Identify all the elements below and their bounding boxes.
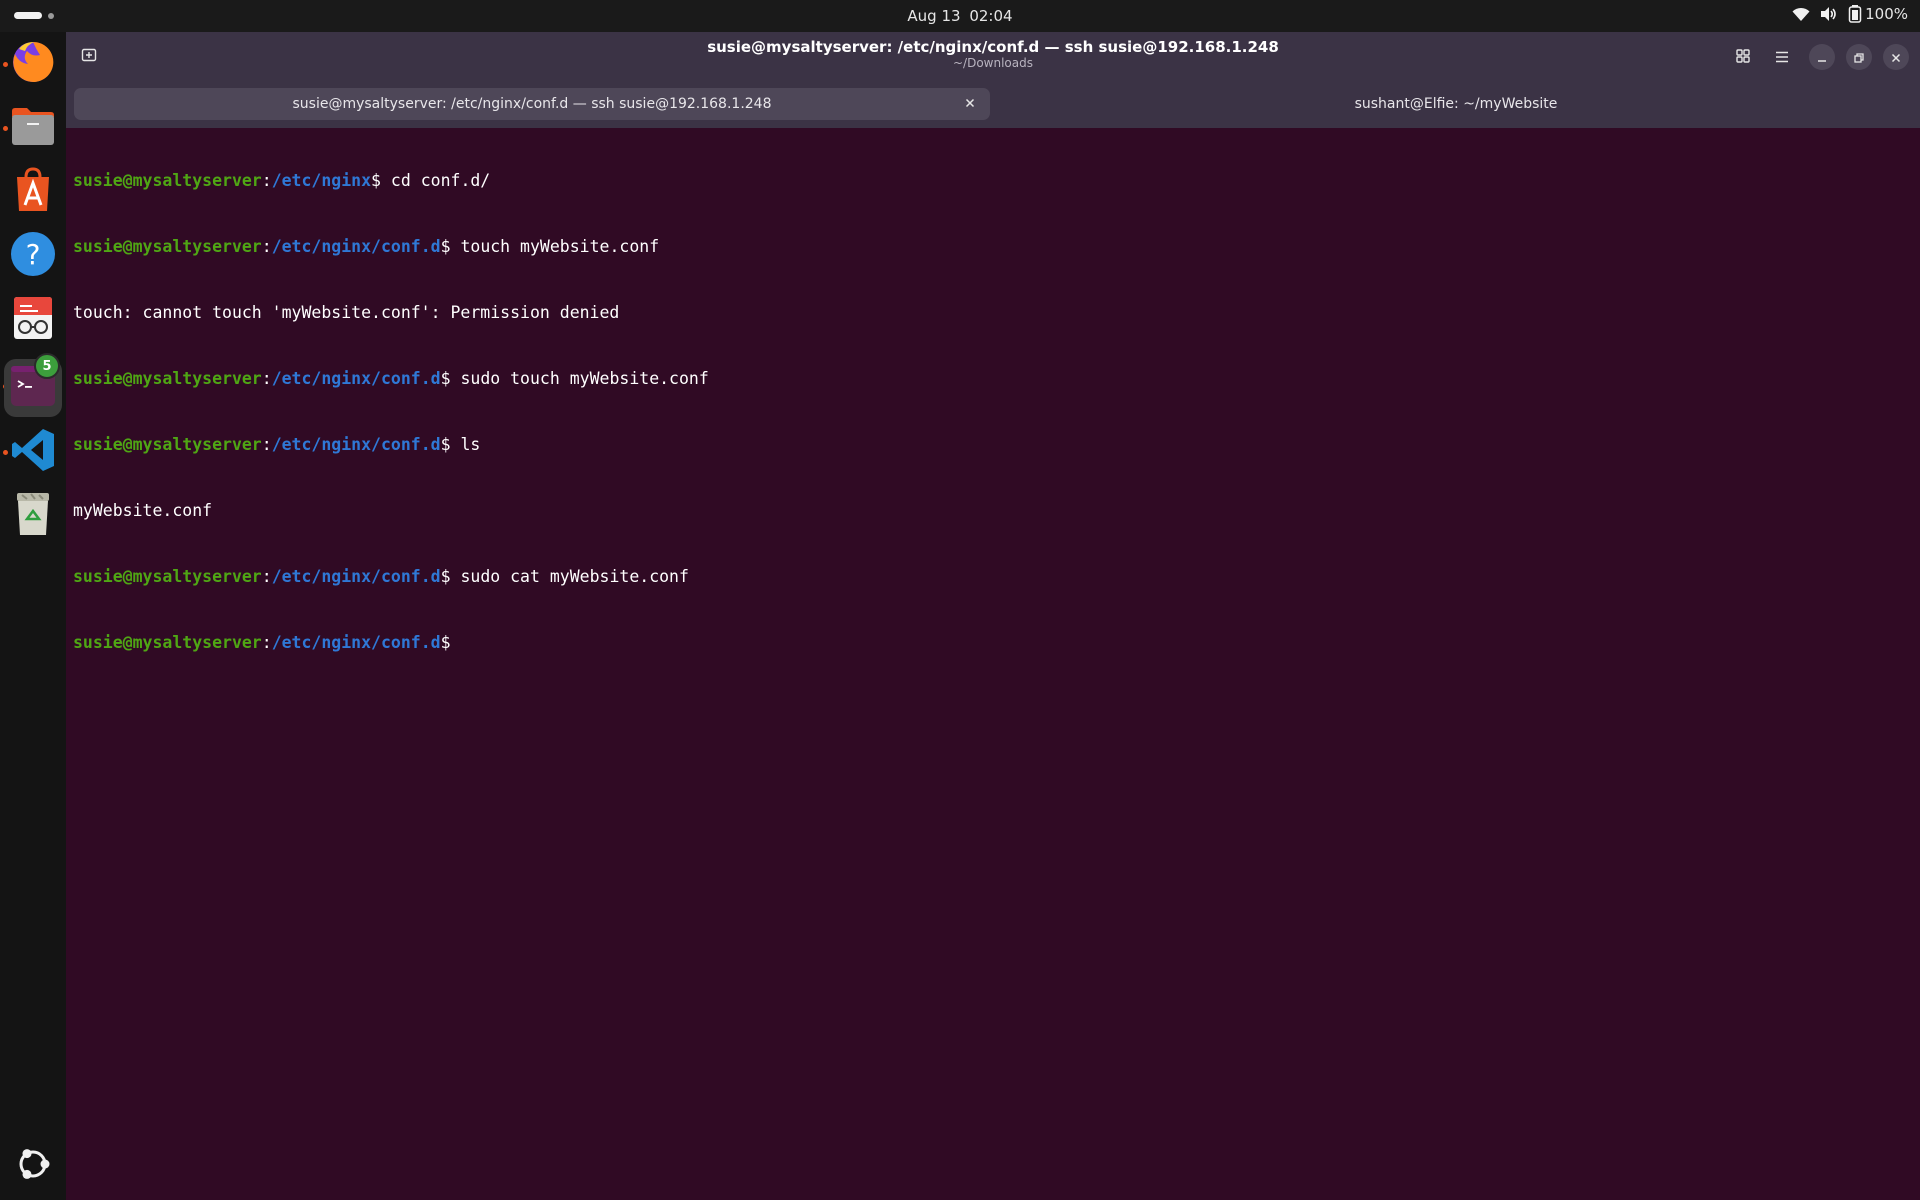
prompt-dollar: $: [440, 237, 451, 256]
prompt-separator: :: [261, 369, 272, 388]
notification-badge: 5: [34, 353, 60, 379]
command-text: ls: [450, 435, 481, 454]
close-icon: [965, 96, 975, 112]
tab-overview-button[interactable]: [1730, 44, 1756, 70]
prompt-path: /etc/nginx/conf.d: [271, 633, 441, 652]
battery-percentage: 100%: [1865, 5, 1908, 23]
command-text: sudo cat myWebsite.conf: [450, 567, 689, 586]
command-text: cd conf.d/: [380, 171, 491, 190]
help-icon: ?: [10, 231, 56, 281]
volume-icon: [1820, 6, 1838, 22]
terminal-line: susie@mysaltyserver:/etc/nginx/conf.d$ l…: [73, 434, 1913, 456]
terminal-output[interactable]: susie@mysaltyserver:/etc/nginx$ cd conf.…: [73, 126, 1913, 698]
close-icon: [1891, 48, 1901, 67]
prompt-path: /etc/nginx/conf.d: [271, 435, 441, 454]
terminal-line: touch: cannot touch 'myWebsite.conf': Pe…: [73, 302, 1913, 324]
prompt-dollar: $: [371, 171, 381, 190]
dock-item-trash[interactable]: [9, 492, 57, 540]
tab-label: susie@mysaltyserver: /etc/nginx/conf.d —…: [292, 96, 772, 112]
top-bar: Aug 13 02:04 100%: [0, 0, 1920, 32]
ubuntu-logo-icon: [13, 1144, 53, 1188]
dock-item-firefox[interactable]: [9, 40, 57, 88]
prompt-path: /etc/nginx/conf.d: [271, 567, 441, 586]
show-apps-button[interactable]: [9, 1142, 57, 1190]
output-text: myWebsite.conf: [73, 501, 213, 520]
tab-close-button[interactable]: [960, 94, 980, 114]
dock-item-files[interactable]: [9, 104, 57, 152]
firefox-icon: [10, 39, 56, 89]
running-indicator: [3, 450, 8, 455]
terminal-line: susie@mysaltyserver:/etc/nginx/conf.d$: [73, 632, 1913, 654]
dock-item-app-center[interactable]: [9, 167, 57, 217]
prompt-separator: :: [261, 171, 272, 190]
prompt-separator: :: [261, 567, 272, 586]
hamburger-menu-icon: [1775, 48, 1789, 67]
menu-button[interactable]: [1769, 44, 1795, 70]
command-text: sudo touch myWebsite.conf: [450, 369, 709, 388]
system-tray[interactable]: 100%: [1792, 5, 1908, 23]
svg-text:?: ?: [26, 238, 41, 271]
prompt-user: susie@mysaltyserver: [73, 633, 262, 652]
prompt-user: susie@mysaltyserver: [73, 435, 262, 454]
document-viewer-icon: [12, 295, 54, 345]
app-center-icon: [13, 167, 53, 217]
trash-icon: [13, 491, 53, 541]
prompt-dollar: $: [440, 567, 451, 586]
dock: ? 5: [0, 32, 66, 1200]
prompt-separator: :: [261, 237, 272, 256]
dock-item-document-viewer[interactable]: [9, 296, 57, 344]
window-title: susie@mysaltyserver: /etc/nginx/conf.d —…: [707, 38, 1279, 56]
terminal-line: myWebsite.conf: [73, 500, 1913, 522]
dock-item-vscode[interactable]: [9, 428, 57, 476]
tab-label: sushant@Elfie: ~/myWebsite: [1354, 96, 1558, 112]
prompt-path: /etc/nginx/conf.d: [271, 237, 441, 256]
running-indicator: [3, 62, 8, 67]
minimize-button[interactable]: [1809, 44, 1835, 70]
tab-bar: susie@mysaltyserver: /etc/nginx/conf.d —…: [66, 82, 1920, 128]
vscode-icon: [10, 427, 56, 477]
terminal-window: susie@mysaltyserver: /etc/nginx/conf.d —…: [66, 32, 1920, 1200]
window-subtitle: ~/Downloads: [953, 56, 1033, 70]
terminal-line: susie@mysaltyserver:/etc/nginx/conf.d$ s…: [73, 566, 1913, 588]
terminal-line: susie@mysaltyserver:/etc/nginx/conf.d$ s…: [73, 368, 1913, 390]
header-bar: susie@mysaltyserver: /etc/nginx/conf.d —…: [66, 32, 1920, 82]
prompt-separator: :: [261, 633, 272, 652]
dock-item-terminal[interactable]: 5: [4, 353, 62, 417]
prompt-dollar: $: [440, 435, 451, 454]
terminal-line: susie@mysaltyserver:/etc/nginx/conf.d$ t…: [73, 236, 1913, 258]
prompt-user: susie@mysaltyserver: [73, 567, 262, 586]
folder-icon: [10, 105, 56, 151]
output-text: touch: cannot touch 'myWebsite.conf': Pe…: [73, 303, 620, 322]
prompt-user: susie@mysaltyserver: [73, 171, 262, 190]
prompt-user: susie@mysaltyserver: [73, 369, 262, 388]
prompt-dollar: $: [440, 633, 451, 652]
dock-item-help[interactable]: ?: [9, 232, 57, 280]
restore-button[interactable]: [1846, 44, 1872, 70]
command-text: touch myWebsite.conf: [450, 237, 660, 256]
prompt-dollar: $: [440, 369, 451, 388]
running-indicator: [3, 126, 8, 131]
tab-local-website[interactable]: sushant@Elfie: ~/myWebsite: [998, 88, 1914, 120]
wifi-icon: [1792, 6, 1810, 22]
terminal-line: susie@mysaltyserver:/etc/nginx$ cd conf.…: [73, 170, 1913, 192]
clock[interactable]: Aug 13 02:04: [0, 7, 1920, 25]
prompt-separator: :: [261, 435, 272, 454]
prompt-user: susie@mysaltyserver: [73, 237, 262, 256]
close-button[interactable]: [1883, 44, 1909, 70]
battery-icon: [1848, 5, 1862, 23]
prompt-path: /etc/nginx/conf.d: [271, 369, 441, 388]
minimize-icon: [1817, 48, 1827, 67]
tab-ssh-server[interactable]: susie@mysaltyserver: /etc/nginx/conf.d —…: [74, 88, 990, 120]
grid-icon: [1736, 48, 1750, 67]
restore-icon: [1854, 48, 1864, 67]
clock-date: Aug 13: [907, 7, 961, 25]
prompt-path: /etc/nginx: [271, 171, 372, 190]
clock-time: 02:04: [969, 7, 1013, 25]
